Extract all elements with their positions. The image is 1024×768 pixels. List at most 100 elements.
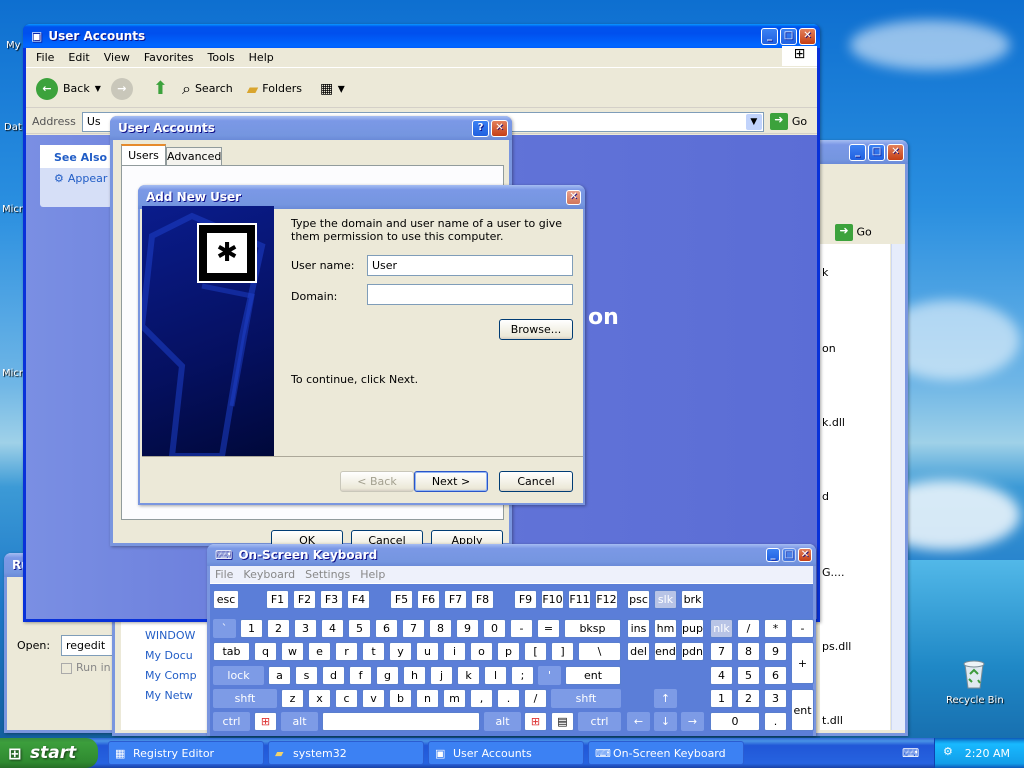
go-button[interactable]: ➜ Go [769,113,807,130]
osk-menu-file[interactable]: File [215,568,233,581]
key-o[interactable]: o [470,642,493,661]
file-item[interactable]: t.dll [822,714,843,727]
key-num7[interactable]: 7 [710,642,733,661]
taskbar-registry-editor[interactable]: ▦ Registry Editor [108,741,264,765]
key-semicolon[interactable]: ; [511,666,534,685]
key-4[interactable]: 4 [321,619,344,638]
key-num8[interactable]: 8 [737,642,760,661]
key-b[interactable]: b [389,689,412,708]
taskbar-system32[interactable]: ▰ system32 [268,741,424,765]
key-j[interactable]: j [430,666,453,685]
key-num0[interactable]: 0 [710,712,760,731]
explorer-minimize-button[interactable]: _ [761,27,778,45]
key-p[interactable]: p [497,642,520,661]
key-6[interactable]: 6 [375,619,398,638]
key-2[interactable]: 2 [267,619,290,638]
file-item[interactable]: G.... [822,566,845,579]
key-space[interactable] [322,712,480,731]
key-f10[interactable]: F10 [541,590,564,609]
taskbar-user-accounts[interactable]: ▣ User Accounts [428,741,584,765]
system32-close-button[interactable]: ✕ [887,143,904,161]
username-input[interactable]: User [367,255,573,276]
key-pdn[interactable]: pdn [681,642,704,661]
windows-key-icon[interactable]: ⊞ [254,712,277,731]
key-5[interactable]: 5 [348,619,371,638]
link-my-network[interactable]: My Netw [145,686,211,706]
osk-menu-keyboard[interactable]: Keyboard [243,568,295,581]
key-numenter[interactable]: ent [791,689,814,731]
key-e[interactable]: e [308,642,331,661]
forward-arrow-icon[interactable]: → [110,77,133,100]
key-num4[interactable]: 4 [710,666,733,685]
file-item[interactable]: on [822,342,836,355]
key-lalt[interactable]: alt [281,712,318,731]
key-f[interactable]: f [349,666,372,685]
key-down-arrow[interactable]: ↓ [654,712,677,731]
desktop-icon-micro-2[interactable]: Micr [2,368,23,379]
key-rctrl[interactable]: ctrl [578,712,621,731]
key-t[interactable]: t [362,642,385,661]
tab-advanced[interactable]: Advanced [166,147,222,166]
key-v[interactable]: v [362,689,385,708]
menu-edit[interactable]: Edit [68,51,89,64]
search-button[interactable]: ⌕ Search [182,79,233,99]
osk-menu-settings[interactable]: Settings [305,568,350,581]
osk-minimize-button[interactable]: _ [766,548,780,562]
osk-close-button[interactable]: ✕ [798,548,812,562]
menu-file[interactable]: File [36,51,54,64]
menu-view[interactable]: View [104,51,130,64]
key-f3[interactable]: F3 [320,590,343,609]
key-backtick[interactable]: ` [213,619,236,638]
key-tab[interactable]: tab [213,642,250,661]
key-multiply[interactable]: * [764,619,787,638]
key-f8[interactable]: F8 [471,590,494,609]
key-q[interactable]: q [254,642,277,661]
key-esc[interactable]: esc [213,590,239,609]
key-nlk[interactable]: nlk [710,619,733,638]
key-lctrl[interactable]: ctrl [213,712,250,731]
key-divide[interactable]: / [737,619,760,638]
recycle-bin-icon[interactable] [958,656,990,690]
key-hm[interactable]: hm [654,619,677,638]
menu-favorites[interactable]: Favorites [144,51,194,64]
key-9[interactable]: 9 [456,619,479,638]
system32-minimize-button[interactable]: _ [849,143,866,161]
key-enter[interactable]: ent [565,666,621,685]
key-x[interactable]: x [308,689,331,708]
key-backslash[interactable]: \ [578,642,621,661]
key-num5[interactable]: 5 [737,666,760,685]
key-up-arrow[interactable]: ↑ [654,689,677,708]
key-ins[interactable]: ins [627,619,650,638]
osk-menu-help[interactable]: Help [360,568,385,581]
key-lshift[interactable]: shft [213,689,277,708]
key-c[interactable]: c [335,689,358,708]
system32-scrollbar[interactable] [891,244,905,730]
key-k[interactable]: k [457,666,480,685]
key-capslock[interactable]: lock [213,666,264,685]
domain-input[interactable] [367,284,573,305]
folders-button[interactable]: ▰ Folders [247,80,302,98]
desktop-icon-my-documents[interactable]: My [6,40,21,51]
link-my-computer[interactable]: My Comp [145,666,211,686]
key-end[interactable]: end [654,642,677,661]
key-subtract[interactable]: - [791,619,814,638]
next-button[interactable]: Next > [414,471,488,492]
key-i[interactable]: i [443,642,466,661]
key-f4[interactable]: F4 [347,590,370,609]
key-pup[interactable]: pup [681,619,704,638]
link-my-documents[interactable]: My Docu [145,646,211,666]
key-r[interactable]: r [335,642,358,661]
key-n[interactable]: n [416,689,439,708]
key-l[interactable]: l [484,666,507,685]
key-m[interactable]: m [443,689,466,708]
key-w[interactable]: w [281,642,304,661]
file-item[interactable]: ps.dll [822,640,851,653]
key-psc[interactable]: psc [627,590,650,609]
desktop-icon-data[interactable]: Dat [4,122,22,133]
start-button[interactable]: ⊞ start [0,738,98,768]
back-button[interactable]: ← Back ▼ [36,77,101,100]
file-item[interactable]: d [822,490,829,503]
key-3[interactable]: 3 [294,619,317,638]
key-8[interactable]: 8 [429,619,452,638]
explorer-close-button[interactable]: ✕ [799,27,816,45]
